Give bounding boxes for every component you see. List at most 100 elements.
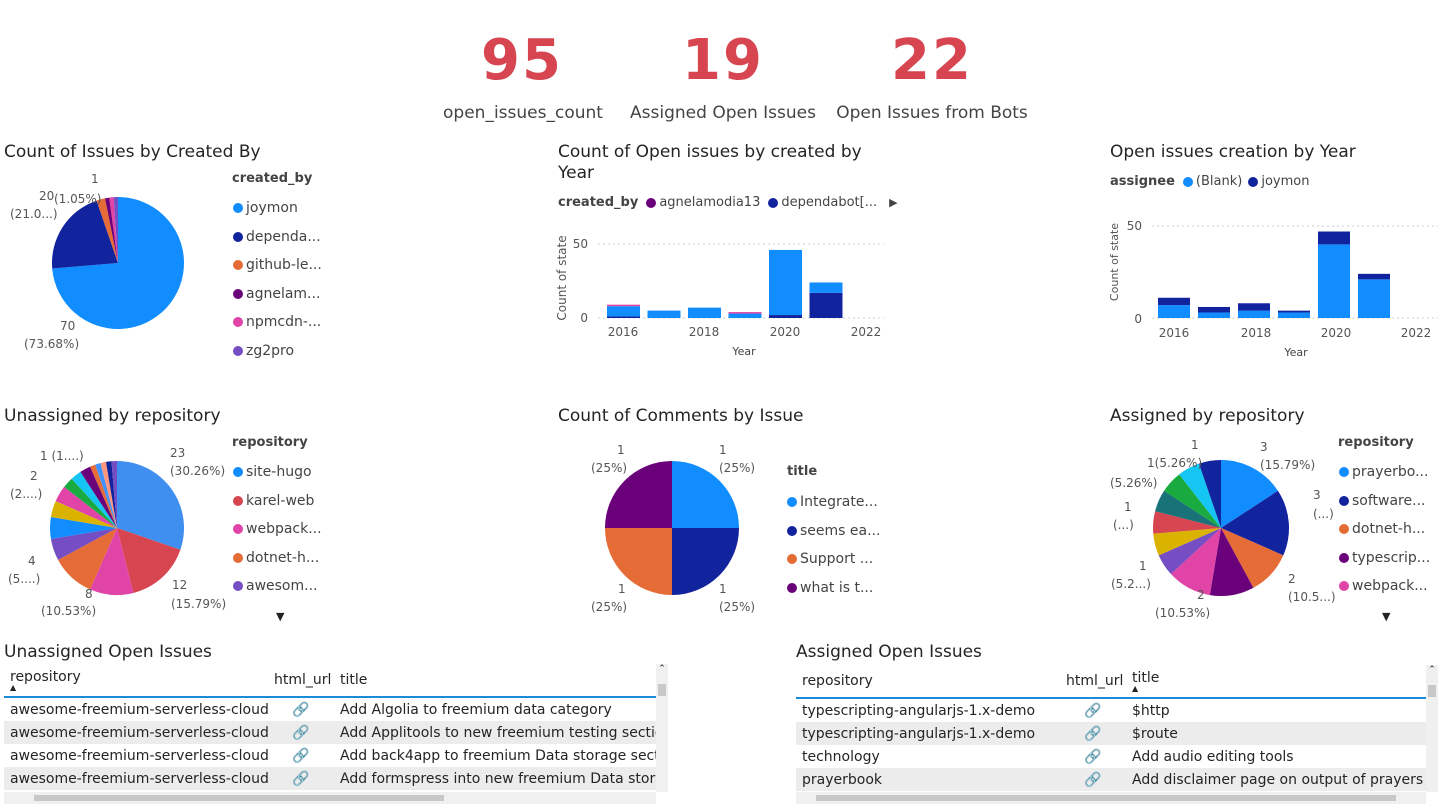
bar-segment[interactable] <box>1198 312 1230 318</box>
pie-slice[interactable] <box>672 528 739 595</box>
y-axis-label: Count of state <box>1108 223 1121 301</box>
assigned-repo-pie-chart[interactable] <box>1140 455 1300 605</box>
bar-segment[interactable] <box>1318 244 1350 318</box>
bar-segment[interactable] <box>1158 297 1190 306</box>
legend-item[interactable]: karel-web <box>233 487 322 516</box>
bar-segment[interactable] <box>607 306 640 317</box>
legend-item[interactable]: zg2pro <box>233 337 322 366</box>
legend-more-down-arrow-icon[interactable]: ▼ <box>1382 610 1390 623</box>
table-row[interactable]: typescripting-angularjs-1.x-demo 🔗 $rout… <box>796 722 1426 745</box>
link-icon[interactable]: 🔗 <box>268 744 334 767</box>
bar-segment[interactable] <box>1278 312 1310 318</box>
bar-segment[interactable] <box>809 282 843 293</box>
horizontal-scrollbar[interactable] <box>796 792 1426 804</box>
link-icon[interactable]: 🔗 <box>1060 698 1126 722</box>
link-icon[interactable]: 🔗 <box>1060 745 1126 768</box>
x-tick: 2022 <box>1401 326 1432 340</box>
legend-item[interactable]: awesom... <box>233 572 322 601</box>
pie-label: 1 <box>617 443 625 457</box>
legend-item[interactable]: Integrate... <box>787 488 880 517</box>
table-row[interactable]: prayerbook 🔗 Add disclaimer page on outp… <box>796 768 1426 791</box>
pie-label: (15.79%) <box>1260 458 1316 472</box>
link-icon[interactable]: 🔗 <box>268 767 334 790</box>
link-icon[interactable]: 🔗 <box>268 721 334 744</box>
legend-item[interactable]: prayerbo... <box>1339 458 1430 487</box>
open-by-year-chart[interactable]: Count of state 50 0 2016 2018 2020 2022 … <box>556 228 886 363</box>
bar-segment[interactable] <box>647 310 681 318</box>
bar-segment[interactable] <box>607 304 640 307</box>
bar-segment[interactable] <box>1198 306 1230 313</box>
bar-segment[interactable] <box>769 315 802 318</box>
legend-item[interactable]: what is t... <box>787 574 880 603</box>
x-tick: 2018 <box>689 325 720 339</box>
vertical-scrollbar[interactable]: ⌃ <box>1426 665 1438 792</box>
pie-label: (...) <box>1113 518 1134 532</box>
created-by-pie-chart[interactable] <box>0 170 220 360</box>
bar-segment[interactable] <box>1318 231 1350 245</box>
comments-title: Count of Comments by Issue <box>558 406 804 426</box>
link-icon[interactable]: 🔗 <box>1060 722 1126 745</box>
legend-item[interactable]: typescrip... <box>1339 544 1430 573</box>
legend-item[interactable]: joymon <box>233 194 322 223</box>
legend-item[interactable]: site-hugo <box>233 458 322 487</box>
pie-label: (10.53%) <box>1155 606 1211 620</box>
bar-segment[interactable] <box>1358 279 1390 318</box>
bar-segment[interactable] <box>1158 305 1190 318</box>
pie-label: 3 <box>1260 440 1268 454</box>
legend-item[interactable]: npmcdn-... <box>233 308 322 337</box>
pie-label: (25%) <box>591 600 628 614</box>
legend-more-down-arrow-icon[interactable]: ▼ <box>276 610 284 623</box>
bar-segment[interactable] <box>809 292 843 318</box>
bar-segment[interactable] <box>1238 310 1270 318</box>
column-header-repository[interactable]: repository ▲ <box>4 664 268 698</box>
legend-item[interactable]: webpack... <box>233 515 322 544</box>
legend-next-arrow-icon[interactable]: ▶ <box>889 196 897 209</box>
bar-segment[interactable] <box>769 249 802 316</box>
table-row[interactable]: awesome-freemium-serverless-clouds 🔗 Add… <box>4 697 656 721</box>
table-row[interactable]: awesome-freemium-serverless-clouds 🔗 Add… <box>4 744 656 767</box>
column-header-html-url[interactable]: html_url <box>268 664 334 698</box>
legend-item[interactable]: agnelamodia13 <box>659 195 760 210</box>
vertical-scrollbar[interactable]: ⌃ <box>656 664 668 792</box>
bar-segment[interactable] <box>1358 273 1390 280</box>
bar-segment[interactable] <box>728 313 762 318</box>
column-header-html-url[interactable]: html_url <box>1060 665 1126 699</box>
bar-segment[interactable] <box>1238 303 1270 311</box>
pie-slice[interactable] <box>605 528 672 595</box>
table-row[interactable]: typescripting-angularjs-1.x-demo 🔗 $http <box>796 698 1426 722</box>
bar-segment[interactable] <box>1278 310 1310 313</box>
legend-item[interactable]: joymon <box>1261 174 1309 189</box>
pie-label: (25%) <box>719 600 756 614</box>
table-row[interactable]: awesome-freemium-serverless-clouds 🔗 Add… <box>4 721 656 744</box>
column-header-repository[interactable]: repository <box>796 665 1060 699</box>
table-row[interactable]: technology 🔗 Add audio editing tools <box>796 745 1426 768</box>
legend-item[interactable]: dependabot[... <box>781 195 877 210</box>
legend-item[interactable]: Support ... <box>787 545 880 574</box>
link-icon[interactable]: 🔗 <box>268 697 334 721</box>
link-icon[interactable]: 🔗 <box>1060 768 1126 791</box>
pie-label: 12 <box>172 578 188 592</box>
legend-item[interactable]: dotnet-h... <box>1339 515 1430 544</box>
legend-item[interactable]: seems ea... <box>787 517 880 546</box>
legend-item[interactable]: agnelam... <box>233 280 322 309</box>
pie-label: (73.68%) <box>24 337 80 351</box>
legend-item[interactable]: dependa... <box>233 223 322 252</box>
table-row[interactable]: awesome-freemium-serverless-clouds 🔗 Add… <box>4 767 656 790</box>
legend-item[interactable]: dotnet-h... <box>233 544 322 573</box>
column-header-title[interactable]: title <box>334 664 656 698</box>
bar-segment[interactable] <box>607 316 640 318</box>
cell-repository: awesome-freemium-serverless-clouds <box>10 747 268 764</box>
legend-item[interactable]: webpack... <box>1339 572 1430 601</box>
creation-by-year-chart[interactable]: Count of state 50 0 2016 2018 2020 2022 … <box>1108 210 1440 362</box>
legend-item[interactable]: software... <box>1339 487 1430 516</box>
horizontal-scrollbar[interactable] <box>4 792 656 804</box>
cell-title: Add Algolia to freemium data category <box>340 701 612 718</box>
column-header-title[interactable]: title ▲ <box>1126 665 1426 699</box>
legend-item[interactable]: (Blank) <box>1196 174 1242 189</box>
pie-label: 2 <box>1197 588 1205 602</box>
legend-item[interactable]: github-le... <box>233 251 322 280</box>
bar-segment[interactable] <box>728 312 762 314</box>
pie-label: 23 <box>170 446 186 460</box>
bar-segment[interactable] <box>688 307 721 318</box>
pie-label: 1 <box>618 582 626 596</box>
